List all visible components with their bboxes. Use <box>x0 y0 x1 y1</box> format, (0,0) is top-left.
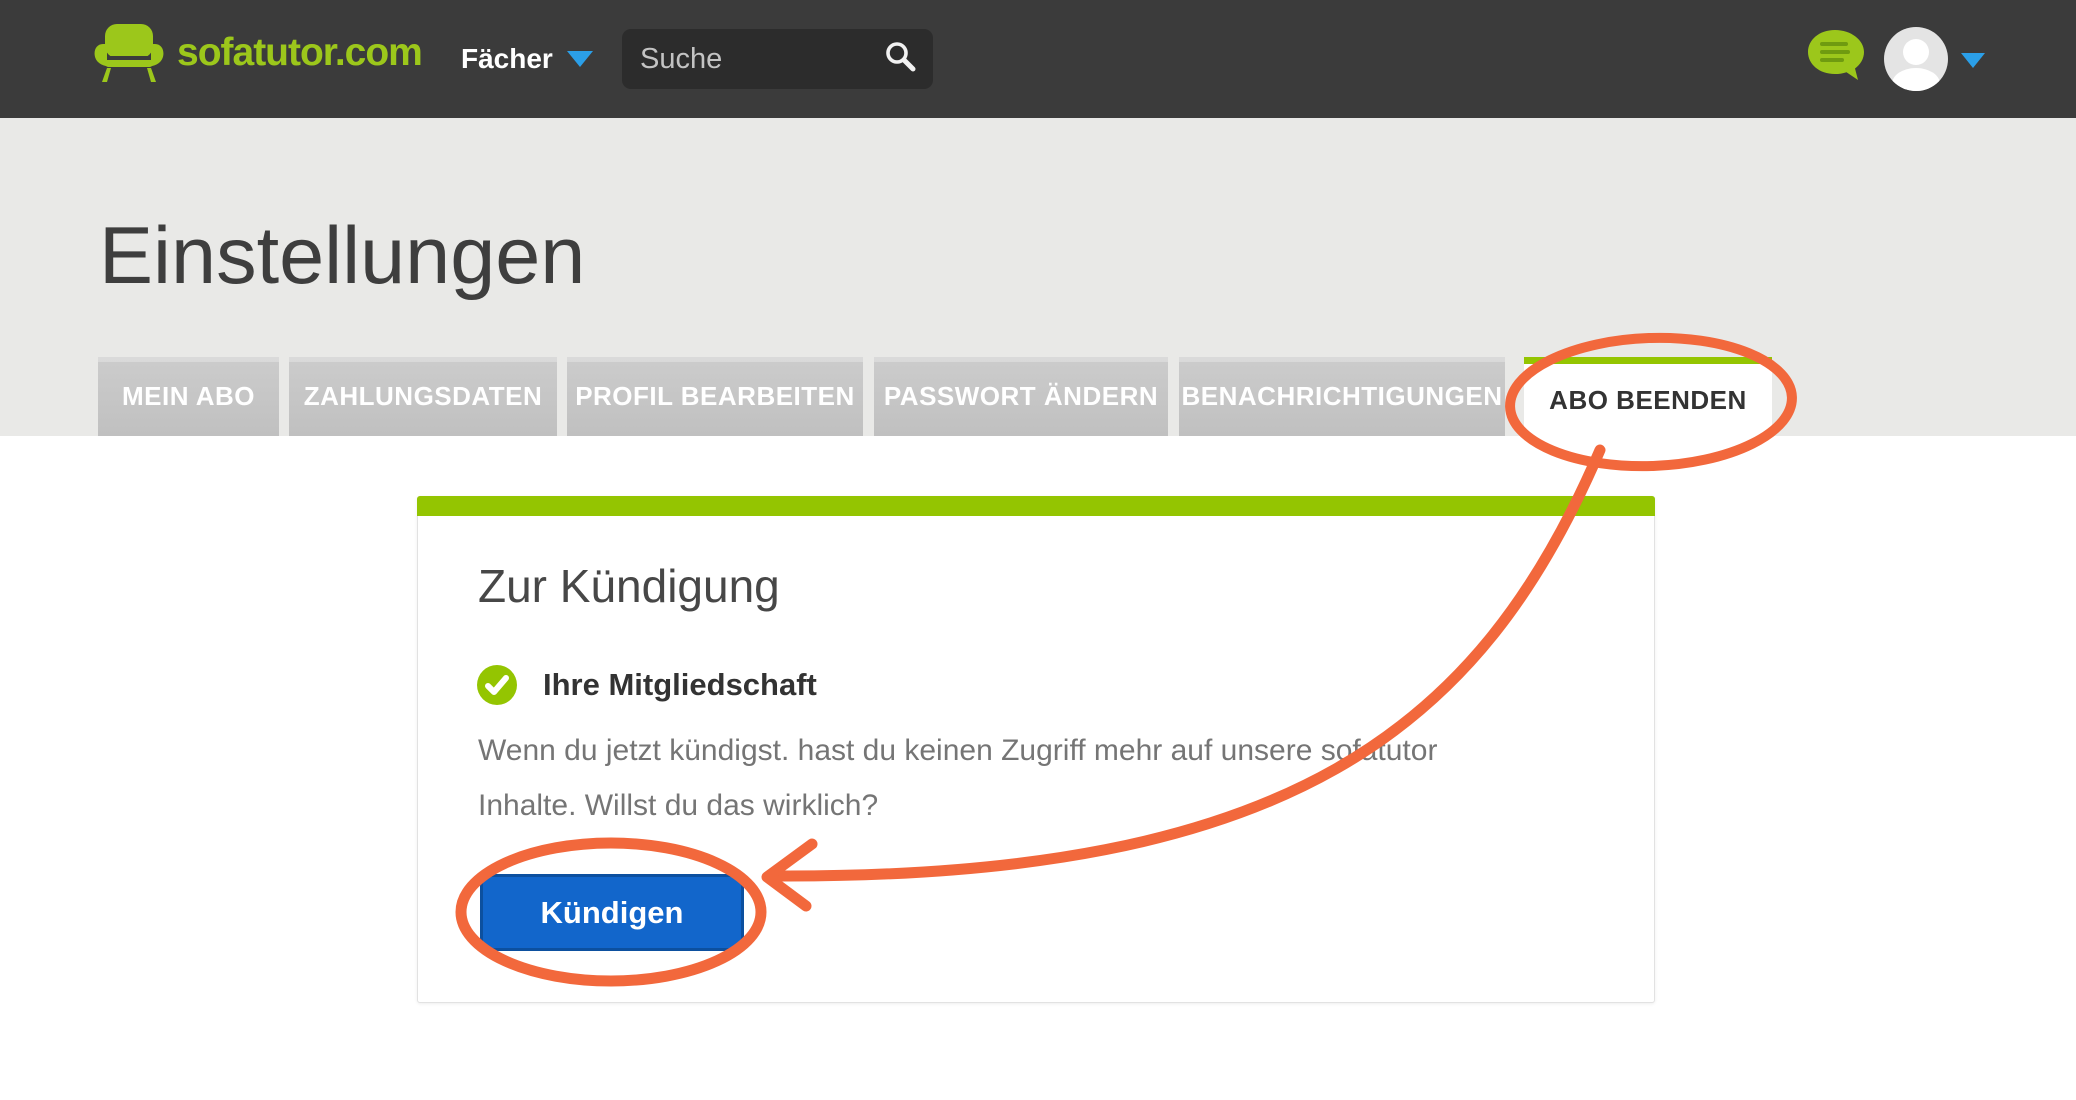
messages-icon[interactable] <box>1806 28 1868 93</box>
avatar-body <box>1892 68 1940 91</box>
search-box <box>622 29 933 89</box>
tab-abo-beenden[interactable]: ABO BEENDEN <box>1524 357 1772 436</box>
tab-profil-bearbeiten[interactable]: PROFIL BEARBEITEN <box>567 357 863 436</box>
check-circle-icon <box>477 665 517 705</box>
tab-mein-abo[interactable]: MEIN ABO <box>98 357 279 436</box>
settings-tabs: MEIN ABO ZAHLUNGSDATEN PROFIL BEARBEITEN… <box>0 357 2076 436</box>
avatar[interactable] <box>1884 27 1948 91</box>
brand-logo[interactable]: sofatutor.com <box>93 22 422 84</box>
brand-name: sofatutor.com <box>177 31 422 75</box>
page: sofatutor.com Fächer <box>0 0 2076 1100</box>
cancel-subscription-button[interactable]: Kündigen <box>480 874 744 951</box>
settings-hero: Einstellungen MEIN ABO ZAHLUNGSDATEN PRO… <box>0 118 2076 436</box>
search-icon[interactable] <box>883 40 917 79</box>
sofa-icon <box>93 22 165 84</box>
chevron-down-icon <box>567 51 593 67</box>
subjects-menu-label: Fächer <box>461 43 553 75</box>
tab-passwort-aendern[interactable]: PASSWORT ÄNDERN <box>874 357 1168 436</box>
content-area: Zur Kündigung Ihre Mitgliedschaft Wenn d… <box>0 436 2076 1100</box>
search-input[interactable] <box>638 42 883 77</box>
card-title: Zur Kündigung <box>478 559 780 613</box>
avatar-head <box>1903 39 1929 65</box>
membership-status-row: Ihre Mitgliedschaft <box>477 665 817 705</box>
tab-benachrichtigungen[interactable]: BENACHRICHTIGUNGEN <box>1179 357 1505 436</box>
tab-zahlungsdaten[interactable]: ZAHLUNGSDATEN <box>289 357 557 436</box>
card-green-bar <box>417 496 1655 516</box>
warning-line-2: Inhalte. Willst du das wirklich? <box>478 778 1558 833</box>
subjects-menu[interactable]: Fächer <box>461 0 593 118</box>
cancellation-warning-text: Wenn du jetzt kündigst. hast du keinen Z… <box>478 723 1558 833</box>
page-title: Einstellungen <box>99 210 585 303</box>
warning-line-1: Wenn du jetzt kündigst. hast du keinen Z… <box>478 723 1558 778</box>
top-navbar: sofatutor.com Fächer <box>0 0 2076 118</box>
cancellation-card: Zur Kündigung Ihre Mitgliedschaft Wenn d… <box>417 496 1655 1003</box>
account-chevron-down-icon[interactable] <box>1961 53 1985 68</box>
membership-heading: Ihre Mitgliedschaft <box>543 667 817 703</box>
